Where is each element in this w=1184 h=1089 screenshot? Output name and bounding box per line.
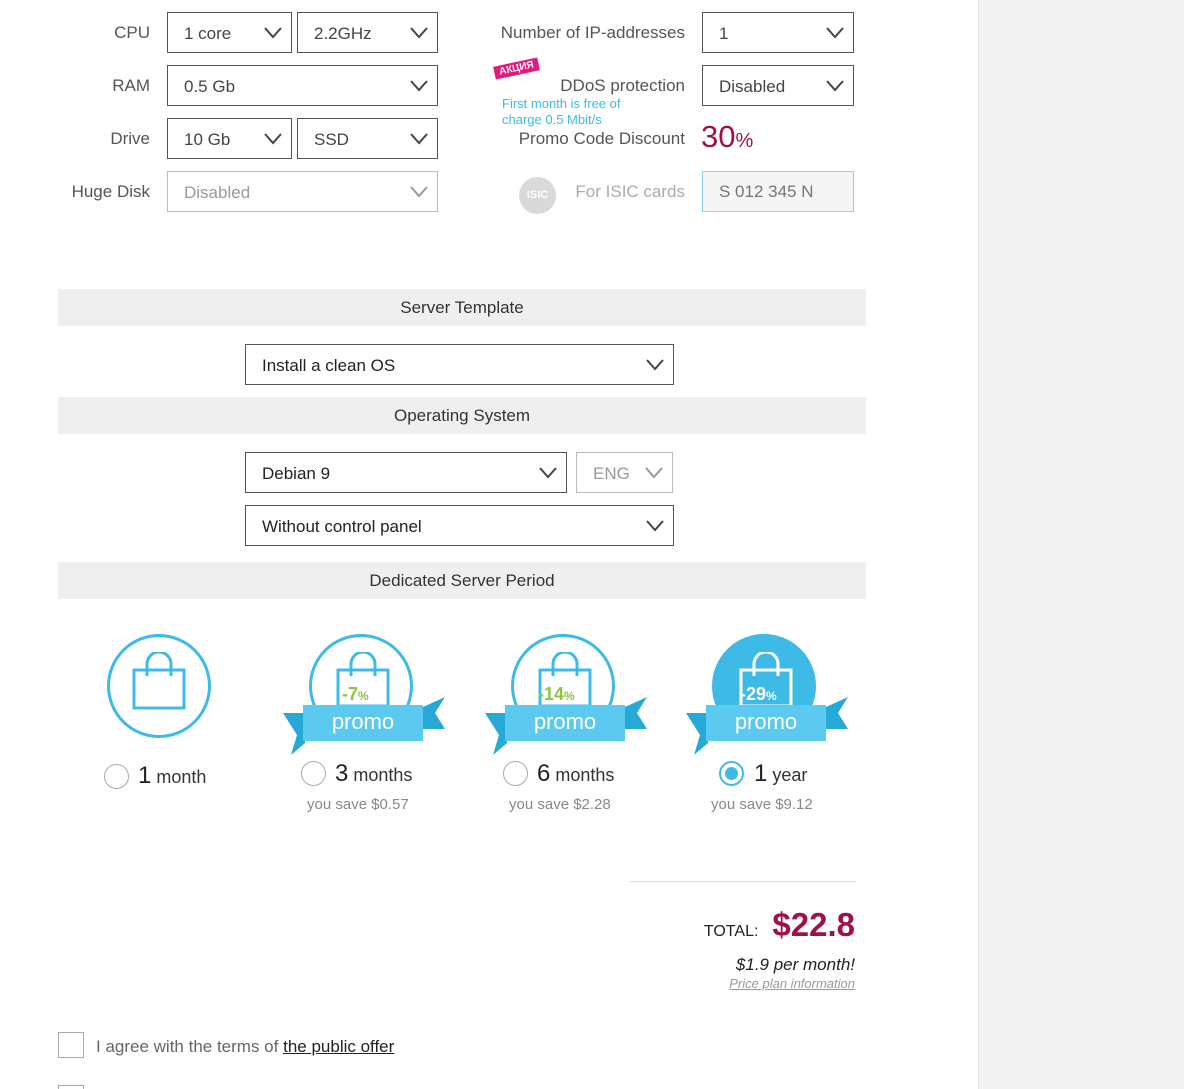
period-number: 1	[138, 762, 152, 789]
chevron-down-icon	[409, 77, 429, 93]
chevron-down-icon	[645, 517, 665, 533]
drive-type-select[interactable]: SSD	[297, 118, 438, 159]
chevron-down-icon	[263, 130, 283, 146]
promo-ribbon-label: promo	[533, 709, 597, 734]
os-language-select[interactable]: ENG	[576, 452, 673, 493]
promo-ribbon-label: promo	[734, 709, 798, 734]
period-3-months-radio[interactable]	[301, 761, 326, 786]
period-1-year-radio[interactable]	[719, 761, 744, 786]
drive-size-value: 10 Gb	[184, 130, 231, 149]
isic-icon: ISIC	[519, 177, 556, 214]
server-template-header: Server Template	[58, 289, 866, 326]
period-1-month-radio[interactable]	[104, 764, 129, 789]
huge-disk-select[interactable]: Disabled	[167, 171, 438, 212]
server-period-header: Dedicated Server Period	[58, 562, 866, 599]
chevron-down-icon	[263, 24, 283, 40]
os-language-value: ENG	[593, 464, 630, 483]
ddos-note: First month is free of charge 0.5 Mbit/s	[502, 96, 620, 128]
promo-discount: 30%	[701, 119, 753, 155]
cpu-frequency-select[interactable]: 2.2GHz	[297, 12, 438, 53]
shopping-bag-icon	[132, 652, 186, 710]
total-price: $22.8	[772, 906, 855, 943]
public-offer-link[interactable]: the public offer	[283, 1037, 394, 1056]
chevron-down-icon	[409, 130, 429, 146]
cpu-label: CPU	[114, 23, 150, 42]
total-row: TOTAL: $22.8	[704, 906, 855, 944]
ip-count-label: Number of IP-addresses	[500, 23, 685, 42]
ram-select[interactable]: 0.5 Gb	[167, 65, 438, 106]
period-number: 6	[537, 760, 551, 787]
period-6-months-radio[interactable]	[503, 761, 528, 786]
period-unit: months	[353, 765, 413, 785]
os-select[interactable]: Debian 9	[245, 452, 567, 493]
huge-disk-value: Disabled	[184, 183, 251, 202]
control-panel-value: Without control panel	[262, 517, 422, 536]
drive-label: Drive	[110, 129, 150, 148]
period-unit: months	[555, 765, 615, 785]
period-6-months-savings: you save $2.28	[509, 796, 611, 813]
period-3-months-label[interactable]: 3 months	[335, 760, 412, 788]
period-unit: month	[156, 767, 207, 787]
cpu-cores-value: 1 core	[184, 24, 232, 43]
agree-checkbox[interactable]	[58, 1032, 84, 1058]
isic-card-input[interactable]	[702, 171, 854, 212]
promo-ribbon-label: promo	[331, 709, 395, 734]
monthly-price: $1.9 per month!	[735, 955, 855, 974]
isic-label: For ISIC cards	[575, 182, 685, 201]
huge-disk-label: Huge Disk	[71, 182, 150, 201]
second-checkbox[interactable]	[58, 1085, 84, 1089]
price-plan-link[interactable]: Price plan information	[729, 976, 855, 991]
agree-text: I agree with the terms of the public off…	[96, 1037, 394, 1057]
period-number: 1	[754, 760, 768, 787]
ddos-note-line-1: First month is free of	[502, 96, 621, 111]
promo-badge: АКЦИЯ	[493, 57, 540, 80]
ddos-value: Disabled	[719, 77, 786, 96]
drive-size-select[interactable]: 10 Gb	[167, 118, 292, 159]
operating-system-header: Operating System	[58, 397, 866, 434]
period-1-month-label[interactable]: 1 month	[138, 762, 206, 790]
cpu-frequency-value: 2.2GHz	[314, 24, 372, 43]
chevron-down-icon	[825, 77, 845, 93]
ddos-label: DDoS protection	[560, 76, 685, 95]
promo-code-label: Promo Code Discount	[518, 129, 685, 148]
chevron-down-icon	[825, 24, 845, 40]
period-1-year-label[interactable]: 1 year	[754, 760, 807, 788]
period-number: 3	[335, 760, 349, 787]
chevron-down-icon	[645, 356, 665, 372]
ram-label: RAM	[112, 76, 150, 95]
drive-type-value: SSD	[314, 130, 349, 149]
period-1-year-savings: you save $9.12	[711, 796, 813, 813]
right-sidebar	[978, 0, 1184, 1089]
total-divider	[630, 881, 856, 882]
total-label: TOTAL:	[703, 923, 759, 940]
server-template-select[interactable]: Install a clean OS	[245, 344, 674, 385]
promo-discount-unit: %	[735, 130, 754, 152]
period-3-months-savings: you save $0.57	[307, 796, 409, 813]
server-template-value: Install a clean OS	[262, 356, 396, 375]
os-value: Debian 9	[262, 464, 331, 483]
ram-value: 0.5 Gb	[184, 77, 236, 96]
ip-count-select[interactable]: 1	[702, 12, 854, 53]
cpu-cores-select[interactable]: 1 core	[167, 12, 292, 53]
period-unit: year	[772, 765, 808, 785]
chevron-down-icon	[409, 183, 429, 199]
ddos-select[interactable]: Disabled	[702, 65, 854, 106]
chevron-down-icon	[409, 24, 429, 40]
chevron-down-icon	[644, 464, 664, 480]
control-panel-select[interactable]: Without control panel	[245, 505, 674, 546]
chevron-down-icon	[538, 464, 558, 480]
agree-label: I agree with the terms of	[96, 1037, 284, 1056]
ip-count-value: 1	[719, 24, 729, 43]
promo-discount-value: 30	[701, 119, 736, 154]
period-6-months-label[interactable]: 6 months	[537, 760, 614, 788]
ddos-note-line-2: charge 0.5 Mbit/s	[502, 112, 602, 127]
